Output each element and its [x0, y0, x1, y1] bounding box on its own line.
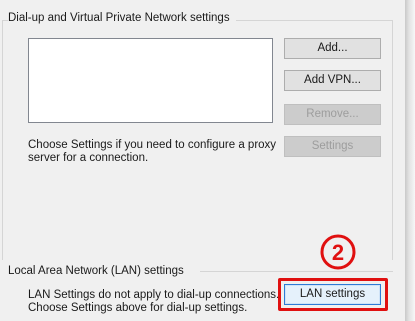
settings-button[interactable]: Settings	[284, 136, 381, 157]
lan-section-label: Local Area Network (LAN) settings	[8, 265, 190, 277]
add-vpn-button[interactable]: Add VPN...	[284, 70, 381, 91]
dialup-section-label: Dial-up and Virtual Private Network sett…	[8, 12, 236, 24]
lan-section-separator	[200, 271, 393, 272]
proxy-help-line1: Choose Settings if you need to configure…	[28, 139, 277, 151]
remove-button[interactable]: Remove...	[284, 104, 381, 125]
lan-help-line1: LAN Settings do not apply to dial-up con…	[28, 289, 280, 301]
window-right-edge	[405, 0, 415, 321]
step-number-badge: 2	[320, 234, 356, 270]
lan-help-line2: Choose Settings above for dial-up settin…	[28, 302, 248, 314]
lan-settings-highlight	[278, 278, 388, 311]
connections-panel: Dial-up and Virtual Private Network sett…	[0, 0, 405, 321]
connections-listbox[interactable]	[28, 38, 273, 123]
step-badge-number: 2	[332, 240, 344, 265]
add-button[interactable]: Add...	[284, 38, 381, 59]
proxy-help-line2: server for a connection.	[28, 152, 149, 164]
